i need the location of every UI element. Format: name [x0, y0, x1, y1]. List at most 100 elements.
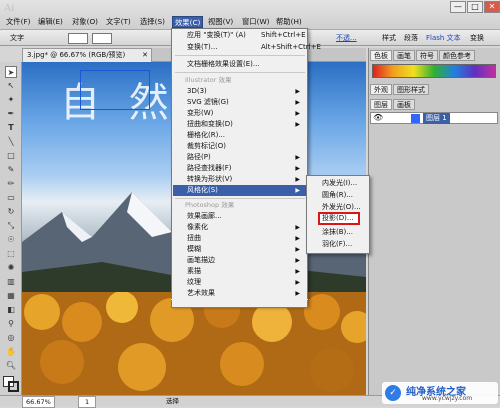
- menu-item-stylize[interactable]: 风格化(S) ▶: [173, 185, 306, 196]
- menu-view[interactable]: 视图(V): [206, 16, 235, 28]
- stroke-swatch[interactable]: [92, 33, 112, 44]
- menu-item-label: 应用 "变换(T)" (A): [187, 31, 246, 39]
- menu-help[interactable]: 帮助(H): [274, 16, 304, 28]
- symbol-sprayer-tool-icon[interactable]: ✺: [5, 262, 17, 274]
- submenu-arrow-icon: ▶: [295, 154, 300, 161]
- tab-brushes[interactable]: 画笔: [393, 50, 415, 61]
- menu-item-artistic[interactable]: 艺术效果 ▶: [173, 288, 306, 299]
- rotate-tool-icon[interactable]: ↻: [5, 206, 17, 218]
- type-tool-icon[interactable]: T: [5, 122, 17, 134]
- zoom-tool-icon[interactable]: 🔍︎: [5, 360, 17, 372]
- menu-effect[interactable]: 效果(C): [172, 16, 204, 28]
- menu-separator: [175, 72, 305, 73]
- menu-item-texture[interactable]: 纹理 ▶: [173, 277, 306, 288]
- menu-select[interactable]: 选择(S): [138, 16, 167, 28]
- menu-item-scribble[interactable]: 涂抹(B)...: [308, 227, 368, 238]
- menu-item-svg-filters[interactable]: SVG 滤镜(G) ▶: [173, 97, 306, 108]
- menu-item-distort[interactable]: 扭曲 ▶: [173, 233, 306, 244]
- close-tab-icon[interactable]: ✕: [142, 49, 148, 62]
- watermark-url: www.ycwjzy.com: [422, 395, 473, 402]
- submenu-arrow-icon: ▶: [295, 99, 300, 106]
- document-tab[interactable]: 3.jpg* @ 66.67% (RGB/预览) ✕: [22, 48, 152, 62]
- pencil-tool-icon[interactable]: ✏: [5, 178, 17, 190]
- menu-item-raster-settings[interactable]: 文档栅格效果设置(E)...: [173, 59, 306, 70]
- eye-icon[interactable]: 👁︎: [373, 113, 383, 122]
- section-photoshop-effects: Photoshop 效果: [185, 201, 235, 209]
- menu-item-3d[interactable]: 3D(3) ▶: [173, 86, 306, 97]
- menu-item-blur[interactable]: 模糊 ▶: [173, 244, 306, 255]
- document-tab-title: 3.jpg* @ 66.67% (RGB/预览): [27, 51, 126, 59]
- menu-item-inner-glow[interactable]: 内发光(I)...: [308, 178, 368, 189]
- eraser-tool-icon[interactable]: ▭: [5, 192, 17, 204]
- tab-swatches[interactable]: 色板: [370, 50, 392, 61]
- paintbrush-tool-icon[interactable]: ✎: [5, 164, 17, 176]
- menu-item-label: 路径(P): [187, 153, 211, 161]
- opacity-link[interactable]: 不透...: [336, 33, 357, 44]
- menu-item-convert-to-shape[interactable]: 转换为形状(V) ▶: [173, 174, 306, 185]
- line-tool-icon[interactable]: ╲: [5, 136, 17, 148]
- eyedropper-tool-icon[interactable]: ⚲: [5, 318, 17, 330]
- menu-item-brush-strokes[interactable]: 画笔描边 ▶: [173, 255, 306, 266]
- menu-object[interactable]: 对象(O): [70, 16, 100, 28]
- layer-name[interactable]: 图层 1: [423, 113, 450, 124]
- tab-appearance[interactable]: 外观: [370, 84, 392, 95]
- menu-item-warp[interactable]: 变形(W) ▶: [173, 108, 306, 119]
- rectangle-tool-icon[interactable]: □: [5, 150, 17, 162]
- graph-tool-icon[interactable]: ▥: [5, 276, 17, 288]
- menu-item-sketch[interactable]: 素描 ▶: [173, 266, 306, 277]
- tab-artboards[interactable]: 画板: [393, 99, 415, 110]
- magic-wand-tool-icon[interactable]: ✦: [5, 94, 17, 106]
- close-button[interactable]: ✕: [484, 1, 500, 13]
- zoom-field[interactable]: 66.67%: [22, 396, 55, 408]
- minimize-button[interactable]: —: [450, 1, 466, 13]
- maximize-button[interactable]: □: [467, 1, 483, 13]
- menu-item-transform[interactable]: 变换(T)... Alt+Shift+Ctrl+E: [173, 42, 321, 53]
- flash-text-button[interactable]: Flash 文本: [426, 33, 461, 44]
- menu-type[interactable]: 文字(T): [104, 16, 133, 28]
- paragraph-button[interactable]: 段落: [404, 33, 418, 44]
- style-button[interactable]: 样式: [382, 33, 396, 44]
- tab-graphic-styles[interactable]: 图形样式: [393, 84, 429, 95]
- menu-separator: [175, 55, 305, 56]
- menu-item-feather[interactable]: 羽化(F)...: [308, 239, 368, 250]
- menu-item-apply-transform[interactable]: 应用 "变换(T)" (A) Shift+Ctrl+E: [173, 30, 306, 41]
- selection-bounding-box[interactable]: [80, 70, 150, 110]
- menu-item-drop-shadow[interactable]: 投影(D)...: [316, 213, 360, 224]
- menu-edit[interactable]: 编辑(E): [36, 16, 65, 28]
- appearance-panel-tabs: 外观 图形样式: [370, 84, 429, 95]
- pen-tool-icon[interactable]: ✒: [5, 108, 17, 120]
- blend-tool-icon[interactable]: ◎: [5, 332, 17, 344]
- menu-item-rasterize[interactable]: 栅格化(R)...: [173, 130, 306, 141]
- warp-tool-icon[interactable]: ☉: [5, 234, 17, 246]
- menu-item-pathfinder[interactable]: 路径查找器(F) ▶: [173, 163, 306, 174]
- layer-row[interactable]: 👁︎ 图层 1: [370, 112, 498, 124]
- scale-tool-icon[interactable]: ⤡: [5, 220, 17, 232]
- tab-layers[interactable]: 图层: [370, 99, 392, 110]
- menu-item-effect-gallery[interactable]: 效果画廊...: [173, 211, 306, 222]
- menu-item-pixelate[interactable]: 像素化 ▶: [173, 222, 306, 233]
- stroke-color-icon[interactable]: [8, 381, 19, 392]
- direct-selection-tool-icon[interactable]: ↖: [5, 80, 17, 92]
- menu-item-crop-marks[interactable]: 裁剪标记(O): [173, 141, 306, 152]
- color-guide-strip[interactable]: [372, 64, 496, 78]
- menu-window[interactable]: 窗口(W): [240, 16, 272, 28]
- tab-symbols[interactable]: 符号: [416, 50, 438, 61]
- selection-tool-icon[interactable]: ➤: [5, 66, 17, 78]
- free-transform-tool-icon[interactable]: ⬚: [5, 248, 17, 260]
- menu-item-path[interactable]: 路径(P) ▶: [173, 152, 306, 163]
- mesh-tool-icon[interactable]: ▦: [5, 290, 17, 302]
- menu-item-distort-transform[interactable]: 扭曲和变换(D) ▶: [173, 119, 306, 130]
- submenu-arrow-icon: ▶: [295, 268, 300, 275]
- gradient-tool-icon[interactable]: ◧: [5, 304, 17, 316]
- submenu-arrow-icon: ▶: [295, 165, 300, 172]
- hand-tool-icon[interactable]: ✋: [5, 346, 17, 358]
- submenu-arrow-icon: ▶: [295, 235, 300, 242]
- tab-color-guide[interactable]: 颜色参考: [439, 50, 475, 61]
- menu-item-label: 模糊: [187, 245, 201, 253]
- menu-item-label: 艺术效果: [187, 289, 215, 297]
- transform-button[interactable]: 变换: [470, 33, 484, 44]
- fill-swatch[interactable]: [68, 33, 88, 44]
- page-field[interactable]: 1: [78, 396, 97, 408]
- menu-item-round-corners[interactable]: 圆角(R)...: [308, 190, 368, 201]
- menu-file[interactable]: 文件(F): [4, 16, 32, 28]
